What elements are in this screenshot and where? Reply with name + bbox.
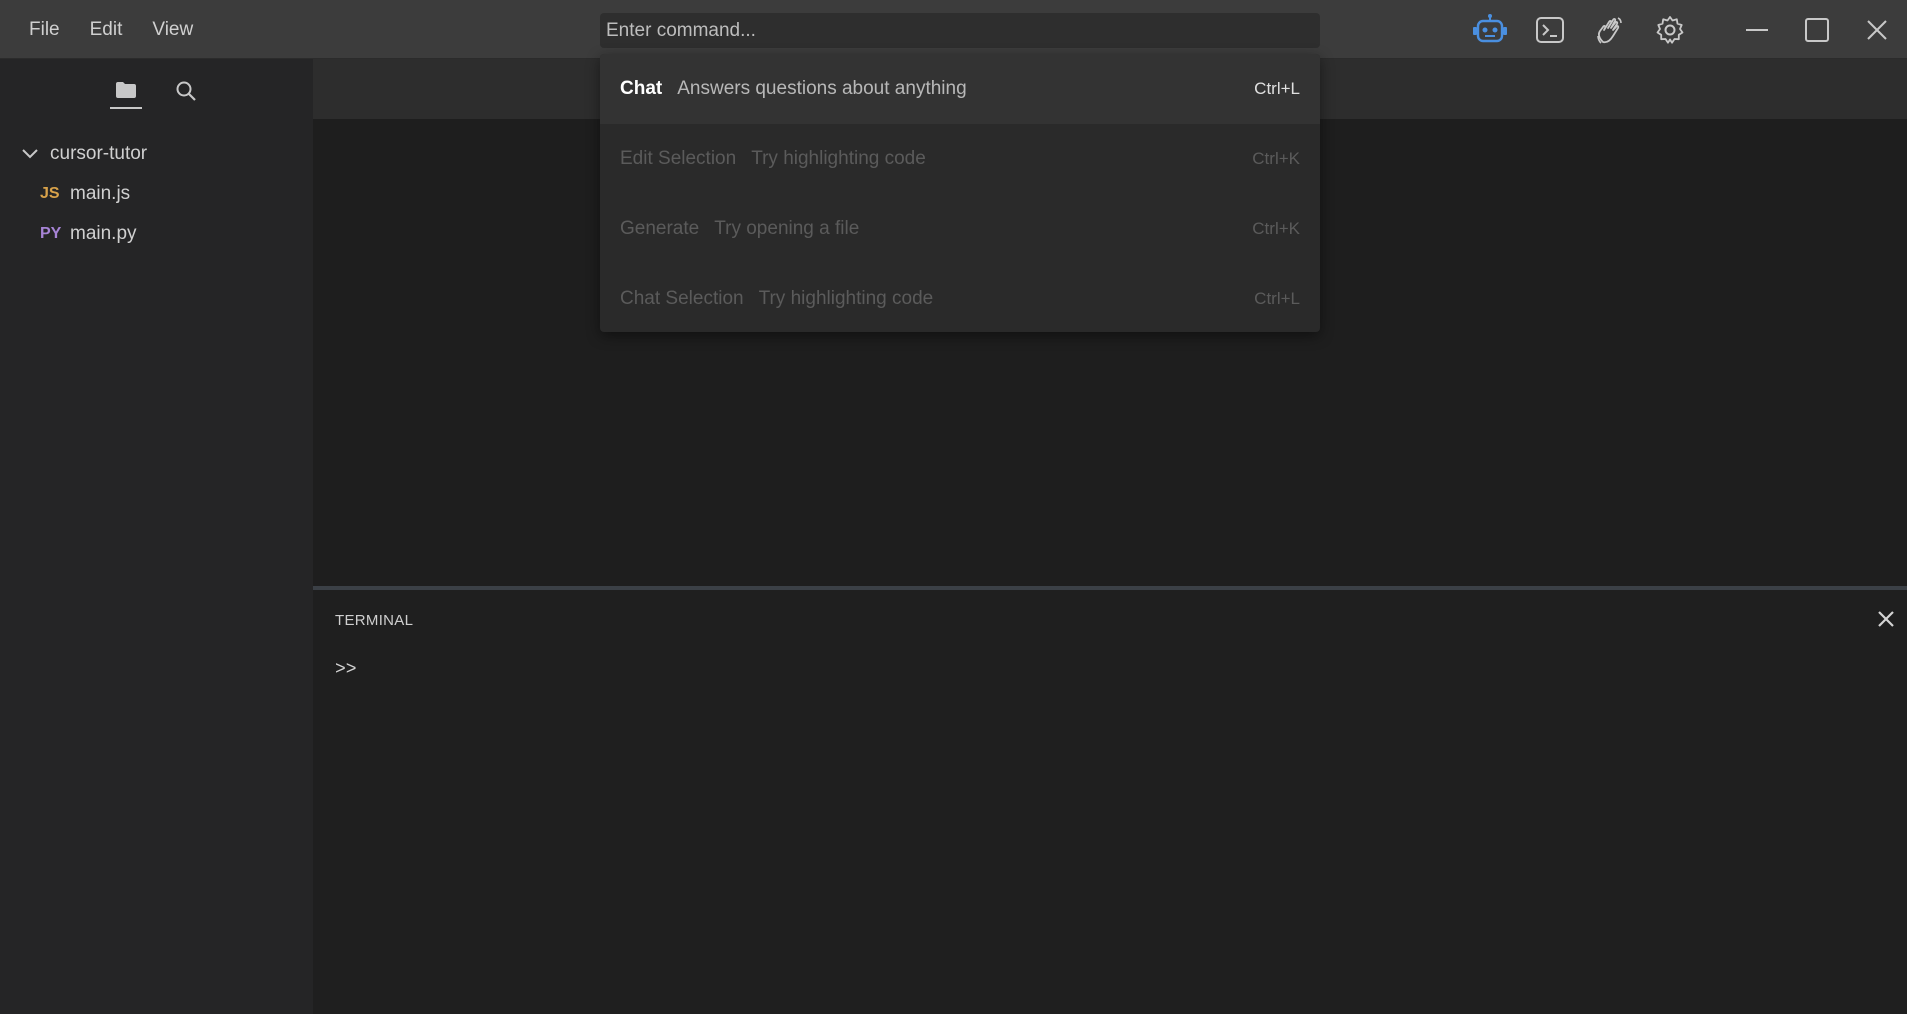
command-description: Try highlighting code — [751, 148, 926, 169]
sidebar-tabs — [110, 73, 230, 109]
terminal-title: TERMINAL — [335, 612, 414, 629]
title-bar: File Edit View — [0, 0, 1907, 59]
command-description: Answers questions about anything — [677, 78, 967, 99]
minimize-icon[interactable] — [1727, 10, 1787, 50]
command-shortcut: Ctrl+L — [1254, 289, 1300, 308]
maximize-icon[interactable] — [1787, 10, 1847, 50]
command-option-chat-selection[interactable]: Chat Selection Try highlighting code Ctr… — [600, 264, 1320, 332]
tree-folder[interactable]: cursor-tutor — [0, 134, 313, 174]
menu-view[interactable]: View — [137, 19, 208, 41]
file-name: main.js — [70, 183, 131, 204]
command-shortcut: Ctrl+K — [1252, 149, 1300, 168]
terminal-prompt[interactable]: >> — [335, 660, 357, 680]
robot-icon[interactable] — [1470, 10, 1510, 50]
window-controls — [1727, 10, 1907, 50]
folder-icon[interactable] — [110, 73, 142, 109]
top-toolbar — [1470, 10, 1710, 50]
py-file-icon: PY — [40, 225, 62, 242]
gear-icon[interactable] — [1650, 10, 1690, 50]
command-name: Chat — [620, 78, 663, 99]
folder-name: cursor-tutor — [50, 143, 148, 164]
close-icon[interactable] — [1873, 606, 1899, 632]
tree-file-main-js[interactable]: JS main.js — [0, 174, 313, 214]
command-dropdown: Chat Answers questions about anything Ct… — [600, 54, 1320, 332]
command-name: Generate — [620, 218, 700, 239]
command-description: Try opening a file — [714, 218, 860, 239]
command-name: Chat Selection — [620, 288, 744, 309]
js-file-icon: JS — [40, 185, 60, 202]
command-option-chat[interactable]: Chat Answers questions about anything Ct… — [600, 54, 1320, 124]
menu-bar: File Edit View — [14, 0, 208, 59]
command-shortcut: Ctrl+K — [1252, 219, 1300, 238]
command-name: Edit Selection — [620, 148, 737, 169]
command-shortcut: Ctrl+L — [1254, 79, 1300, 98]
command-input[interactable] — [600, 13, 1320, 48]
terminal-icon[interactable] — [1530, 10, 1570, 50]
close-icon[interactable] — [1847, 10, 1907, 50]
tree-file-main-py[interactable]: PY main.py — [0, 214, 313, 254]
command-option-edit-selection[interactable]: Edit Selection Try highlighting code Ctr… — [600, 124, 1320, 194]
menu-file[interactable]: File — [14, 19, 75, 41]
command-option-generate[interactable]: Generate Try opening a file Ctrl+K — [600, 194, 1320, 264]
file-tree: cursor-tutor JS main.js PY main.py — [0, 134, 313, 254]
file-name: main.py — [70, 223, 137, 244]
sidebar: cursor-tutor JS main.js PY main.py — [0, 59, 313, 1014]
wave-hand-icon[interactable] — [1590, 10, 1630, 50]
search-icon[interactable] — [170, 73, 202, 109]
menu-edit[interactable]: Edit — [75, 19, 138, 41]
command-description: Try highlighting code — [758, 288, 934, 309]
chevron-down-icon — [22, 149, 38, 159]
terminal-panel: TERMINAL >> — [313, 586, 1907, 1014]
